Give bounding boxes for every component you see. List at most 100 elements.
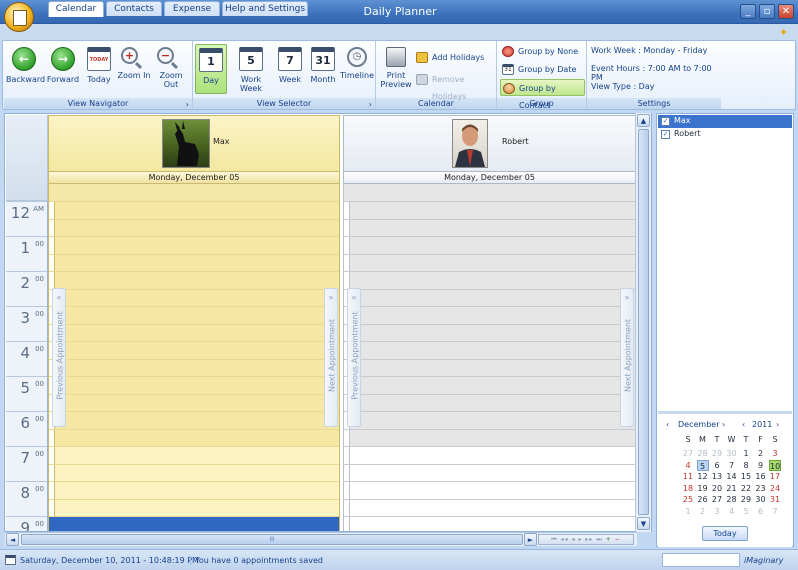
previous-appointment-button-robert[interactable]: «Previous Appointment xyxy=(347,288,361,427)
date-navigator[interactable]: ‹ December › ‹ 2011 › SMTWTFS 27 28 29 30 1 2… xyxy=(658,411,792,547)
checkbox-robert[interactable]: ✓ xyxy=(661,130,670,139)
resource-list-item-robert[interactable]: ✓ Robert xyxy=(658,128,792,141)
forward-button[interactable]: → Forward xyxy=(45,47,81,84)
calendar-day[interactable]: 28 xyxy=(697,448,709,459)
calendar-day[interactable]: 2 xyxy=(697,506,709,517)
calendar-day[interactable]: 2 xyxy=(755,448,767,459)
calendar-day[interactable]: 26 xyxy=(697,494,709,505)
today-button[interactable]: TODAY Today xyxy=(84,47,114,84)
all-day-area-max[interactable] xyxy=(48,184,340,201)
calendar-day[interactable]: 18 xyxy=(682,483,694,494)
calendar-day[interactable]: 3 xyxy=(711,506,723,517)
group-by-date-button[interactable]: 31 Group by Date xyxy=(500,61,584,78)
scroll-right-button[interactable]: ► xyxy=(524,533,537,546)
tab-contacts[interactable]: Contacts xyxy=(106,1,162,16)
date-header-robert[interactable]: Monday, December 05 xyxy=(343,171,636,184)
next-month-button[interactable]: › xyxy=(722,420,725,429)
selected-time-slot[interactable] xyxy=(49,516,339,531)
timeline-view-button[interactable]: ◷ Timeline xyxy=(340,47,374,80)
resource-navigator[interactable]: ⏮ ◂◂ ◂ ▸ ▸▸ ⏭ + − xyxy=(538,534,634,545)
remove-holidays-button[interactable]: Remove Holidays xyxy=(414,71,496,101)
calendar-today-button[interactable]: Today xyxy=(702,526,748,541)
scroll-down-button[interactable]: ▼ xyxy=(637,517,650,530)
horizontal-scroll-thumb[interactable]: III xyxy=(21,534,523,545)
group-by-none-button[interactable]: Group by None xyxy=(500,43,584,60)
calendar-day[interactable]: 5 xyxy=(740,506,752,517)
calendar-day[interactable]: 6 xyxy=(755,506,767,517)
calendar-day[interactable]: 17 xyxy=(769,471,781,482)
calendar-day[interactable]: 28 xyxy=(726,494,738,505)
calendar-day[interactable]: 27 xyxy=(682,448,694,459)
calendar-day[interactable]: 3 xyxy=(769,448,781,459)
calendar-day[interactable]: 14 xyxy=(726,471,738,482)
time-slots-robert[interactable] xyxy=(343,201,636,531)
calendar-day[interactable]: 21 xyxy=(726,483,738,494)
previous-appointment-button-max[interactable]: «Previous Appointment xyxy=(52,288,66,427)
calendar-day[interactable]: 15 xyxy=(740,471,752,482)
calendar-day[interactable]: 9 xyxy=(755,460,767,471)
help-icon[interactable]: ✦ xyxy=(779,26,793,39)
calendar-day[interactable]: 6 xyxy=(711,460,723,471)
all-day-area-robert[interactable] xyxy=(343,184,636,201)
scheduler-view[interactable]: 12 AM 1 00 2 00 3 00 4 00 5 00 6 00 7 00 8 00 9 00… xyxy=(4,113,652,532)
month-view-button[interactable]: 31 Month xyxy=(307,47,339,84)
app-logo-icon[interactable] xyxy=(4,2,34,32)
scroll-up-button[interactable]: ▲ xyxy=(637,114,650,127)
calendar-day[interactable]: 22 xyxy=(740,483,752,494)
prev-year-button[interactable]: ‹ xyxy=(742,420,745,429)
calendar-day[interactable]: 19 xyxy=(697,483,709,494)
maximize-button[interactable]: ▫ xyxy=(759,4,775,19)
calendar-day[interactable]: 27 xyxy=(711,494,723,505)
vertical-scroll-thumb[interactable] xyxy=(638,129,649,515)
calendar-day[interactable]: 23 xyxy=(755,483,767,494)
group-by-contact-button[interactable]: Group by Contact xyxy=(500,79,585,110)
calendar-day[interactable]: 24 xyxy=(769,483,781,494)
date-header-max[interactable]: Monday, December 05 xyxy=(48,171,340,184)
calendar-day[interactable]: 31 xyxy=(769,494,781,505)
view-selector-expander[interactable]: › xyxy=(369,100,372,109)
close-button[interactable]: ✕ xyxy=(778,4,794,19)
week-view-button[interactable]: 7 Week xyxy=(275,47,305,84)
calendar-day[interactable]: 10 xyxy=(769,459,781,471)
next-appointment-button-robert[interactable]: » Next Appointment xyxy=(620,288,634,427)
resource-header-max[interactable]: Max xyxy=(48,115,340,171)
calendar-day[interactable]: 8 xyxy=(740,460,752,471)
calendar-day[interactable]: 30 xyxy=(755,494,767,505)
resource-list-item-max[interactable]: ✓ Max xyxy=(658,115,792,128)
minimize-button[interactable]: _ xyxy=(740,4,756,19)
calendar-day[interactable]: 1 xyxy=(740,448,752,459)
tab-help-and-settings[interactable]: Help and Settings xyxy=(222,1,308,16)
calendar-day[interactable]: 5 xyxy=(696,459,709,471)
vertical-scrollbar[interactable]: ▲ ▼ xyxy=(635,113,651,532)
calendar-day[interactable]: 11 xyxy=(682,471,694,482)
add-holidays-button[interactable]: Add Holidays xyxy=(414,49,494,66)
calendar-day[interactable]: 1 xyxy=(682,506,694,517)
calendar-day[interactable]: 7 xyxy=(769,506,781,517)
calendar-day[interactable]: 29 xyxy=(711,448,723,459)
calendar-day[interactable]: 12 xyxy=(697,471,709,482)
calendar-day[interactable]: 30 xyxy=(726,448,738,459)
day-view-button[interactable]: 1 Day xyxy=(195,44,227,94)
next-appointment-button-max[interactable]: » Next Appointment xyxy=(324,288,338,427)
horizontal-scrollbar[interactable]: ◄ III ► ⏮ ◂◂ ◂ ▸ ▸▸ ⏭ + − xyxy=(5,532,637,546)
resource-header-robert[interactable]: Robert xyxy=(343,115,636,171)
view-navigator-expander[interactable]: › xyxy=(186,100,189,109)
calendar-day[interactable]: 20 xyxy=(711,483,723,494)
checkbox-max[interactable]: ✓ xyxy=(661,117,670,126)
print-preview-button[interactable]: Print Preview xyxy=(378,47,414,89)
calendar-day[interactable]: 13 xyxy=(711,471,723,482)
status-field[interactable] xyxy=(662,553,740,567)
zoom-in-button[interactable]: + Zoom In xyxy=(116,47,152,80)
calendar-day[interactable]: 16 xyxy=(755,471,767,482)
calendar-day[interactable]: 25 xyxy=(682,494,694,505)
calendar-day[interactable]: 7 xyxy=(726,460,738,471)
work-week-view-button[interactable]: 5 Work Week xyxy=(229,47,273,93)
calendar-day[interactable]: 4 xyxy=(726,506,738,517)
time-slots-max[interactable] xyxy=(48,201,340,531)
next-year-button[interactable]: › xyxy=(776,420,779,429)
backward-button[interactable]: ← Backward xyxy=(6,47,45,84)
tab-expense[interactable]: Expense xyxy=(164,1,220,16)
calendar-day[interactable]: 29 xyxy=(740,494,752,505)
scroll-left-button[interactable]: ◄ xyxy=(6,533,19,546)
tab-calendar[interactable]: Calendar xyxy=(48,1,104,17)
